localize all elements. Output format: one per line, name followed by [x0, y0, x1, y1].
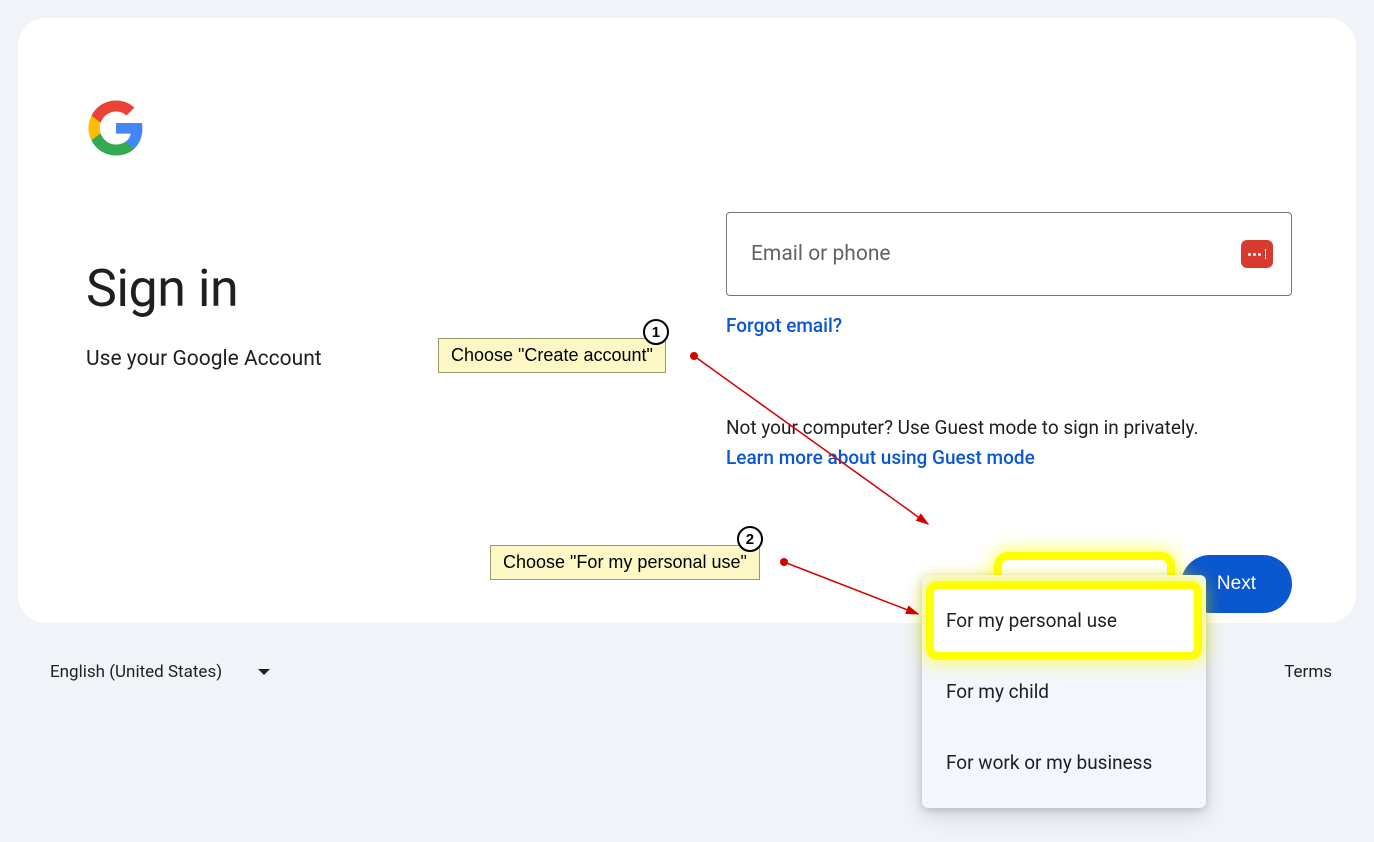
left-column: Sign in Use your Google Account: [86, 88, 646, 371]
page-title: Sign in: [86, 258, 646, 319]
dropdown-item-child[interactable]: For my child: [922, 656, 1206, 727]
footer-links: Terms: [1284, 662, 1332, 682]
email-field[interactable]: Email or phone: [726, 212, 1292, 296]
forgot-email-link[interactable]: Forgot email?: [726, 314, 842, 337]
annotation-step-1: 1 Choose "Create account": [438, 338, 666, 373]
annotation-badge-2: 2: [737, 526, 763, 552]
annotation-text-1: Choose "Create account": [451, 345, 653, 365]
dropdown-item-personal[interactable]: For my personal use: [934, 589, 1194, 652]
right-column: Email or phone Forgot email? Not your co…: [726, 212, 1292, 613]
google-logo-icon: [86, 98, 146, 158]
chevron-down-icon: [258, 669, 270, 675]
annotation-badge-1: 1: [643, 319, 669, 345]
annotation-text-2: Choose "For my personal use": [503, 552, 747, 572]
terms-link[interactable]: Terms: [1284, 662, 1332, 682]
dropdown-item-business[interactable]: For work or my business: [922, 727, 1206, 798]
email-placeholder: Email or phone: [751, 242, 891, 266]
guest-mode-text: Not your computer? Use Guest mode to sig…: [726, 415, 1292, 442]
signin-card: Sign in Use your Google Account Email or…: [18, 18, 1356, 623]
language-selector[interactable]: English (United States): [40, 656, 280, 688]
annotation-step-2: 2 Choose "For my personal use": [490, 545, 760, 580]
password-manager-icon[interactable]: [1241, 240, 1273, 268]
language-label: English (United States): [50, 662, 222, 682]
create-account-dropdown: For my personal use For my child For wor…: [922, 575, 1206, 808]
guest-mode-link[interactable]: Learn more about using Guest mode: [726, 446, 1292, 469]
